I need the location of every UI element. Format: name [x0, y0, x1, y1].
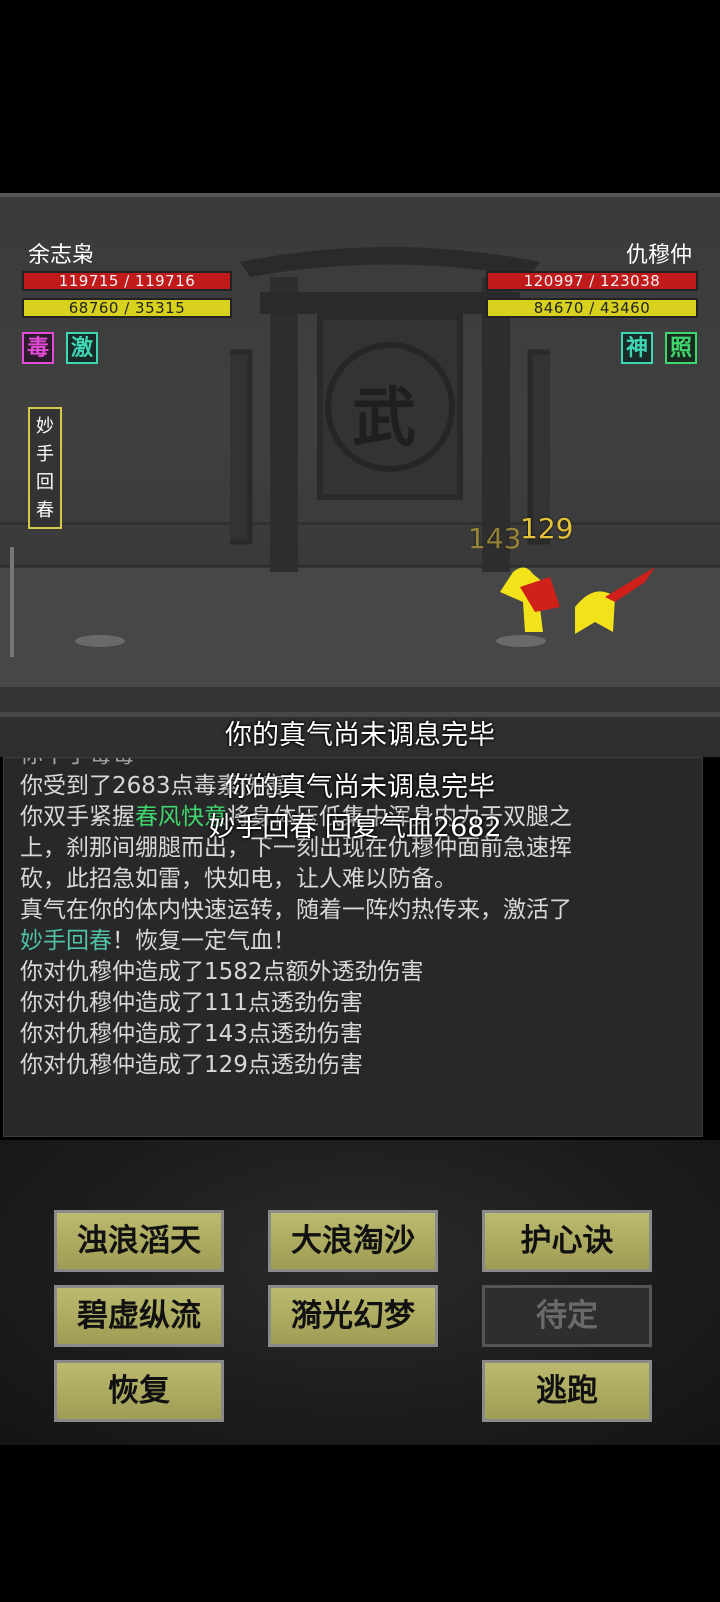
player-buff-excite[interactable]: 激	[66, 332, 98, 364]
damage-number-back: 143	[468, 522, 522, 555]
log-line: 你对仇穆仲造成了143点透劲伤害	[20, 1021, 363, 1047]
log-line: 砍，此招急如雷，快如电，让人难以防备。	[20, 866, 457, 892]
enemy-buff-shen[interactable]: 神	[621, 332, 653, 364]
banner-char: 妙	[36, 416, 54, 437]
recover-button[interactable]: 恢复	[54, 1360, 224, 1422]
enemy-hp-text: 120997 / 123038	[523, 272, 661, 290]
skill-button-3[interactable]: 护心诀	[482, 1210, 652, 1272]
enemy-buff-zhao[interactable]: 照	[665, 332, 697, 364]
buff-char: 照	[669, 335, 692, 361]
banner-char: 回	[36, 472, 54, 493]
buff-char: 神	[625, 335, 648, 361]
log-line: 真气在你的体内快速运转，随着一阵灼热传来，激活了	[20, 897, 572, 923]
enemy-hp-bar: 120997 / 123038	[486, 271, 698, 291]
flee-button[interactable]: 逃跑	[482, 1360, 652, 1422]
skill-button-1[interactable]: 浊浪滔天	[54, 1210, 224, 1272]
buff-char: 毒	[26, 335, 49, 361]
damage-number-front: 129	[520, 512, 574, 545]
log-line: 你对仇穆仲造成了129点透劲伤害	[20, 1052, 363, 1078]
player-hp-text: 119715 / 119716	[58, 272, 196, 290]
player-shadow	[75, 635, 125, 647]
skill-button-5[interactable]: 漪光幻梦	[268, 1285, 438, 1347]
fighters-sprite	[500, 567, 655, 634]
battle-scene: 武 余志枭 119715 / 119716 68760 / 35315 毒 激 …	[0, 197, 720, 757]
player-qi-bar: 68760 / 35315	[22, 298, 232, 318]
skill-button-2[interactable]: 大浪淘沙	[268, 1210, 438, 1272]
log-line: 妙手回春！恢复一定气血！	[4, 926, 702, 957]
log-line: 你对仇穆仲造成了111点透劲伤害	[20, 990, 363, 1016]
enemy-name: 仇穆仲	[625, 243, 692, 268]
float-message: 你的真气尚未调息完毕	[225, 720, 495, 751]
enemy-qi-text: 84670 / 43460	[533, 299, 651, 317]
log-skill-name: 妙手回春	[20, 928, 112, 954]
scroll-indicator	[10, 547, 14, 657]
banner-char: 春	[36, 500, 54, 521]
skill-button-4[interactable]: 碧虚纵流	[54, 1285, 224, 1347]
buff-char: 激	[70, 335, 93, 361]
active-skill-banner: 妙 手 回 春	[28, 407, 62, 529]
gate-sign-text: 武	[352, 381, 416, 456]
road-edge	[0, 687, 720, 712]
float-message: 你的真气尚未调息完毕	[225, 772, 495, 803]
log-text: ！恢复一定气血！	[112, 928, 296, 954]
skill-button-empty: 待定	[482, 1285, 652, 1347]
enemy-qi-bar: 84670 / 43460	[486, 298, 698, 318]
player-buff-poison[interactable]: 毒	[22, 332, 54, 364]
log-line: 你对仇穆仲造成了1582点额外透劲伤害	[20, 959, 424, 985]
float-message: 妙手回春 回复气血2682	[208, 812, 502, 843]
player-name: 余志枭	[28, 243, 95, 268]
player-hp-bar: 119715 / 119716	[22, 271, 232, 291]
action-panel: 浊浪滔天 大浪淘沙 护心诀 碧虚纵流 漪光幻梦 待定 恢复 逃跑	[0, 1140, 720, 1445]
player-qi-text: 68760 / 35315	[68, 299, 186, 317]
banner-char: 手	[36, 444, 54, 465]
